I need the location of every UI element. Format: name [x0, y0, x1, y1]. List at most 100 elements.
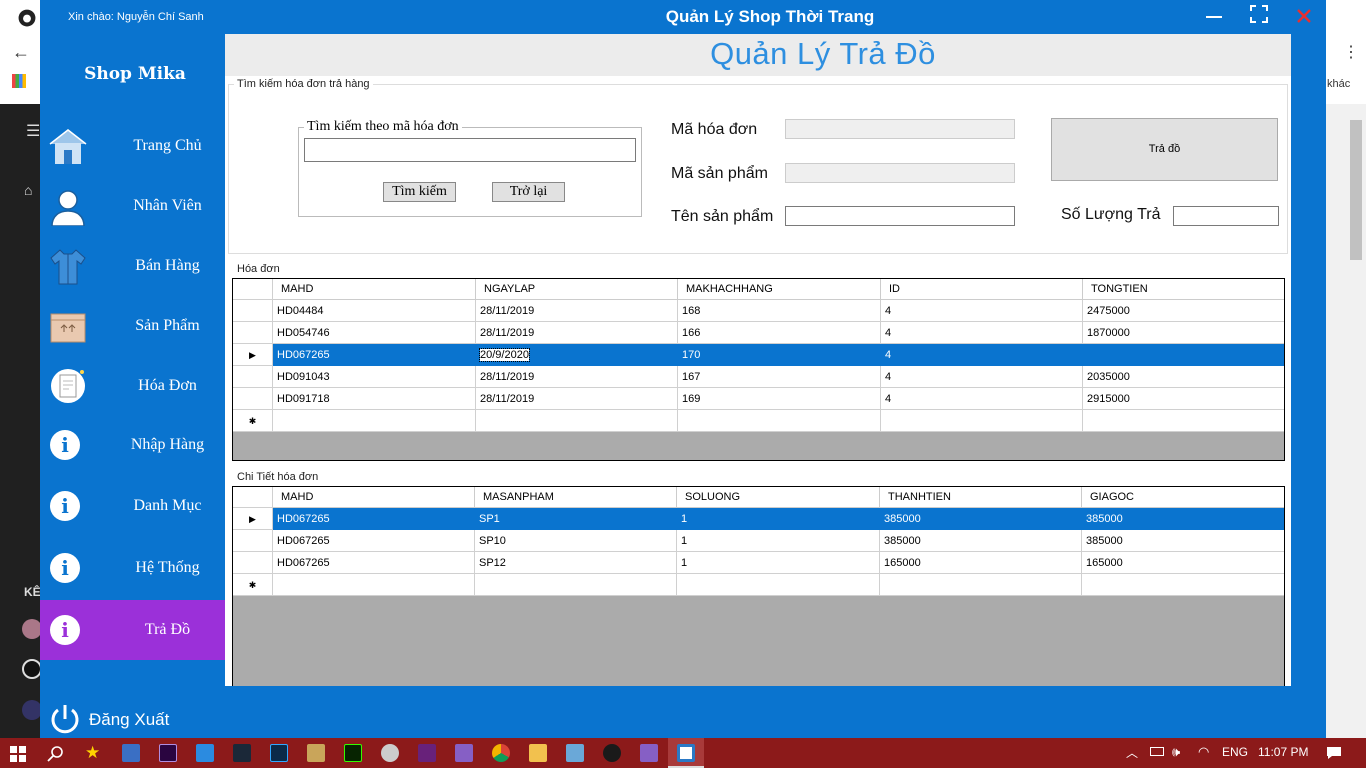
- cell[interactable]: 169: [678, 388, 881, 410]
- return-qty-field[interactable]: [1173, 206, 1279, 226]
- volume-icon[interactable]: 🕪: [1172, 744, 1180, 760]
- column-header[interactable]: ID: [881, 279, 1083, 300]
- cell[interactable]: 385000: [880, 530, 1082, 552]
- nav-item-danh-muc[interactable]: i Danh Mục: [40, 476, 225, 536]
- search-icon[interactable]: [47, 745, 64, 762]
- language-indicator[interactable]: ENG: [1222, 745, 1248, 759]
- cell[interactable]: 28/11/2019: [476, 322, 678, 344]
- column-header[interactable]: MAHD: [273, 487, 475, 508]
- table-row[interactable]: HD091043 28/11/2019 167 4 2035000: [233, 366, 1284, 388]
- table-row[interactable]: HD091718 28/11/2019 169 4 2915000: [233, 388, 1284, 410]
- cell[interactable]: 385000: [880, 508, 1082, 530]
- cell[interactable]: HD067265: [273, 344, 476, 366]
- row-pointer-icon[interactable]: ▶: [233, 344, 273, 366]
- row-header[interactable]: [233, 552, 273, 574]
- visual-studio-app-icon[interactable]: [418, 744, 436, 762]
- minimize-button[interactable]: [1200, 4, 1228, 30]
- column-header[interactable]: TONGTIEN: [1083, 279, 1284, 300]
- cell[interactable]: 2035000: [1083, 366, 1284, 388]
- cell[interactable]: HD091718: [273, 388, 476, 410]
- cell[interactable]: HD091043: [273, 366, 476, 388]
- cell[interactable]: HD054746: [273, 322, 476, 344]
- windows-start-icon[interactable]: [10, 746, 26, 762]
- details-grid[interactable]: MAHD MASANPHAM SOLUONG THANHTIEN GIAGOC …: [232, 486, 1285, 686]
- new-row-marker[interactable]: ✱: [233, 410, 273, 432]
- cell[interactable]: SP12: [475, 552, 677, 574]
- cell[interactable]: 28/11/2019: [476, 300, 678, 322]
- table-row-selected[interactable]: ▶ HD067265 SP1 1 385000 385000: [233, 508, 1284, 530]
- cell[interactable]: 4: [881, 388, 1083, 410]
- cell[interactable]: HD067265: [273, 552, 475, 574]
- paint-app-icon[interactable]: [122, 744, 140, 762]
- star-app-icon[interactable]: ★: [85, 743, 100, 763]
- column-header[interactable]: SOLUONG: [677, 487, 880, 508]
- cell[interactable]: [880, 574, 1082, 596]
- table-row[interactable]: HD067265 SP10 1 385000 385000: [233, 530, 1284, 552]
- photoshop-app-icon[interactable]: [270, 744, 288, 762]
- active-app-tab[interactable]: [668, 738, 704, 768]
- nav-item-nhan-vien[interactable]: Nhân Viên: [40, 176, 225, 236]
- nav-item-he-thong[interactable]: i Hệ Thống: [40, 538, 225, 598]
- column-header[interactable]: THANHTIEN: [880, 487, 1082, 508]
- row-header[interactable]: [233, 530, 273, 552]
- nav-item-trang-chu[interactable]: Trang Chủ: [40, 116, 225, 176]
- invoice-code-field[interactable]: [785, 119, 1015, 139]
- scrollbar-thumb[interactable]: [1350, 120, 1362, 260]
- maximize-button[interactable]: [1245, 4, 1273, 30]
- nav-item-nhap-hang[interactable]: i Nhập Hàng: [40, 415, 225, 475]
- cell[interactable]: 1: [677, 530, 880, 552]
- cell[interactable]: HD04484: [273, 300, 476, 322]
- column-header[interactable]: NGAYLAP: [476, 279, 678, 300]
- cell[interactable]: 167: [678, 366, 881, 388]
- back-button[interactable]: Trở lại: [492, 182, 565, 202]
- cell[interactable]: 385000: [1082, 508, 1284, 530]
- cell[interactable]: HD067265: [273, 508, 475, 530]
- row-pointer-icon[interactable]: ▶: [233, 508, 273, 530]
- steam-app-icon[interactable]: [233, 744, 251, 762]
- wifi-icon[interactable]: ◠: [1198, 744, 1209, 760]
- cell[interactable]: 2475000: [1083, 300, 1284, 322]
- cell[interactable]: 168: [678, 300, 881, 322]
- cell[interactable]: [678, 410, 881, 432]
- cell[interactable]: 385000: [1082, 530, 1284, 552]
- column-header[interactable]: GIAGOC: [1082, 487, 1284, 508]
- cell[interactable]: [677, 574, 880, 596]
- chevron-up-icon[interactable]: ︿: [1126, 744, 1138, 761]
- cell[interactable]: [1083, 344, 1284, 366]
- cell[interactable]: 4: [881, 344, 1083, 366]
- apps-icon[interactable]: [12, 74, 26, 88]
- cell[interactable]: [475, 574, 677, 596]
- visual-studio-app-icon[interactable]: [640, 744, 658, 762]
- cell[interactable]: 165000: [1082, 552, 1284, 574]
- cell[interactable]: 28/11/2019: [476, 366, 678, 388]
- cell[interactable]: 4: [881, 300, 1083, 322]
- close-button[interactable]: [1290, 4, 1318, 30]
- premiere-app-icon[interactable]: [159, 744, 177, 762]
- row-header[interactable]: [233, 300, 273, 322]
- dreamweaver-app-icon[interactable]: [344, 744, 362, 762]
- cell-current[interactable]: 20/9/2020: [476, 344, 678, 366]
- visio-app-icon[interactable]: [196, 744, 214, 762]
- new-row-marker[interactable]: ✱: [233, 574, 273, 596]
- box-app-icon[interactable]: [566, 744, 584, 762]
- cell[interactable]: [1082, 574, 1284, 596]
- battery-icon[interactable]: [1150, 747, 1164, 756]
- product-code-field[interactable]: [785, 163, 1015, 183]
- cell[interactable]: 165000: [880, 552, 1082, 574]
- return-button[interactable]: Trả đồ: [1051, 118, 1278, 181]
- settings-app-icon[interactable]: [381, 744, 399, 762]
- cell[interactable]: 1870000: [1083, 322, 1284, 344]
- cell[interactable]: [273, 574, 475, 596]
- row-header[interactable]: [233, 388, 273, 410]
- bookmark-other[interactable]: khác: [1327, 78, 1350, 90]
- nav-item-tra-do[interactable]: i Trả Đồ: [40, 600, 225, 660]
- nav-item-hoa-don[interactable]: Hóa Đơn: [40, 356, 225, 416]
- cell[interactable]: 4: [881, 366, 1083, 388]
- invoices-grid[interactable]: MAHD NGAYLAP MAKHACHHANG ID TONGTIEN HD0…: [232, 278, 1285, 461]
- row-header[interactable]: [233, 322, 273, 344]
- table-row[interactable]: HD067265 SP12 1 165000 165000: [233, 552, 1284, 574]
- cell[interactable]: SP10: [475, 530, 677, 552]
- cell[interactable]: [1083, 410, 1284, 432]
- column-header[interactable]: MAHD: [273, 279, 476, 300]
- search-input[interactable]: [304, 138, 636, 162]
